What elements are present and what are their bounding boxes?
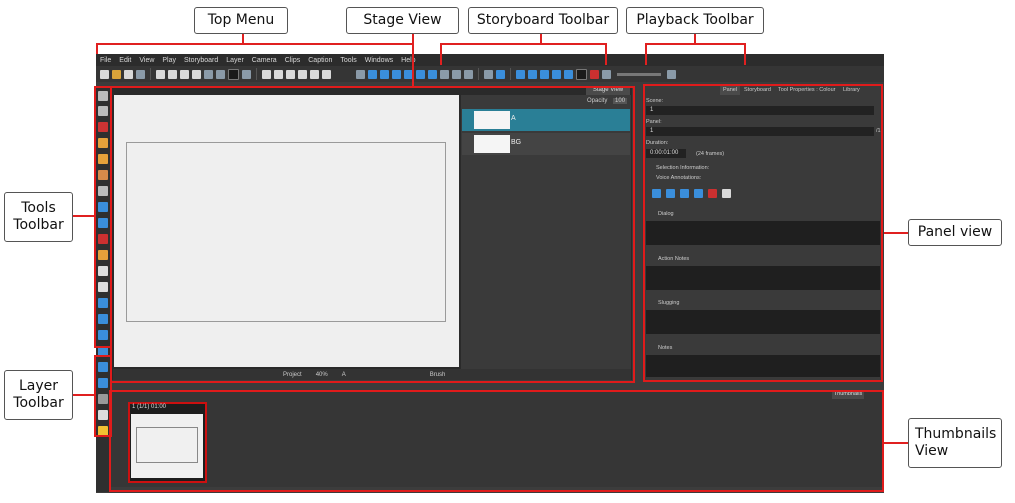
leader-line <box>645 43 647 65</box>
menu-camera[interactable]: Camera <box>248 57 281 64</box>
split-panel-icon[interactable] <box>416 69 425 79</box>
callout-playback-toolbar: Playback Toolbar <box>626 7 764 34</box>
toolbar-separator <box>150 68 151 80</box>
grid-icon[interactable] <box>262 69 271 79</box>
copy-icon[interactable] <box>168 69 177 79</box>
leader-line <box>96 43 414 45</box>
menu-tools[interactable]: Tools <box>336 57 360 64</box>
callout-layer-line1: Layer <box>18 377 59 394</box>
leader-line <box>884 442 908 444</box>
top-menu-bar: File Edit View Play Storyboard Layer Cam… <box>96 54 884 66</box>
leader-line <box>645 43 746 45</box>
menu-windows[interactable]: Windows <box>361 57 397 64</box>
record-icon[interactable] <box>590 69 599 79</box>
first-frame-icon[interactable] <box>516 69 525 79</box>
menu-help[interactable]: Help <box>397 57 419 64</box>
leader-line <box>605 43 607 65</box>
volume-slider[interactable] <box>617 72 661 76</box>
leader-line <box>440 43 442 65</box>
menu-play[interactable]: Play <box>158 57 180 64</box>
new-panel-before-icon[interactable] <box>380 69 389 79</box>
paste-icon[interactable] <box>180 69 189 79</box>
next-marker-icon[interactable] <box>496 69 505 79</box>
callout-tools-line1: Tools <box>21 199 56 216</box>
callout-layer-toolbar: Layer Toolbar <box>4 370 73 420</box>
menu-file[interactable]: File <box>96 57 115 64</box>
delete-icon[interactable] <box>192 69 201 79</box>
sound-icon[interactable] <box>564 69 573 79</box>
menu-storyboard[interactable]: Storyboard <box>180 57 222 64</box>
next-icon[interactable] <box>667 69 676 79</box>
new-scene-icon[interactable] <box>428 69 437 79</box>
callout-top-menu: Top Menu <box>194 7 288 34</box>
menu-caption[interactable]: Caption <box>304 57 336 64</box>
new-file-icon[interactable] <box>100 69 109 79</box>
toolbar-separator <box>256 68 257 80</box>
leader-line <box>73 394 94 396</box>
leader-line <box>440 43 607 45</box>
main-toolbar <box>96 66 884 82</box>
import-icon[interactable] <box>136 69 145 79</box>
layer-toolbar-highlight <box>94 355 112 437</box>
merge-panel-icon[interactable] <box>464 69 473 79</box>
open-folder-icon[interactable] <box>112 69 121 79</box>
split-view-icon[interactable] <box>298 69 307 79</box>
volume-icon[interactable] <box>602 69 611 79</box>
previous-frame-icon[interactable] <box>528 69 537 79</box>
callout-thumbnails-line2: View <box>915 443 949 459</box>
pen-icon[interactable] <box>242 69 251 79</box>
toolbar-separator <box>510 68 511 80</box>
undo-icon[interactable] <box>204 69 213 79</box>
leader-line <box>412 34 414 86</box>
callout-thumbnails-line1: Thumbnails <box>915 425 997 442</box>
playback-mode-icon[interactable] <box>576 68 587 80</box>
delete-panel-icon[interactable] <box>440 69 449 79</box>
callout-storyboard-toolbar: Storyboard Toolbar <box>468 7 618 34</box>
panel-layout-icon[interactable] <box>310 69 319 79</box>
tools-toolbar-highlight <box>94 86 112 348</box>
thumbnails-view-highlight <box>109 390 884 492</box>
callout-layer-line2: Toolbar <box>13 395 64 411</box>
callout-stage-view: Stage View <box>346 7 459 34</box>
leader-line <box>884 232 908 234</box>
menu-view[interactable]: View <box>135 57 158 64</box>
callout-tools-toolbar: Tools Toolbar <box>4 192 73 242</box>
thumbnails-layout-icon[interactable] <box>286 69 295 79</box>
leader-line <box>744 43 746 65</box>
new-panel-icon[interactable] <box>368 69 377 79</box>
menu-layer[interactable]: Layer <box>222 57 248 64</box>
callout-thumbnails-view: Thumbnails View <box>908 418 1002 468</box>
cut-icon[interactable] <box>156 69 165 79</box>
menu-edit[interactable]: Edit <box>115 57 135 64</box>
save-icon[interactable] <box>124 69 133 79</box>
3d-icon[interactable] <box>356 69 365 79</box>
loop-icon[interactable] <box>552 69 561 79</box>
redo-icon[interactable] <box>216 69 225 79</box>
play-icon[interactable] <box>540 69 549 79</box>
previous-marker-icon[interactable] <box>484 69 493 79</box>
callout-panel-view: Panel view <box>908 219 1002 246</box>
leader-line <box>96 43 98 54</box>
stage-view-highlight <box>110 86 635 383</box>
timeline-layout-icon[interactable] <box>322 69 331 79</box>
new-panel-after-icon[interactable] <box>392 69 401 79</box>
smart-panel-icon[interactable] <box>452 69 461 79</box>
toolbar-separator <box>478 68 479 80</box>
panel-view-highlight <box>643 84 883 382</box>
brush-size-icon[interactable] <box>228 68 239 80</box>
callout-tools-line2: Toolbar <box>13 217 64 233</box>
layout-icon[interactable] <box>274 69 283 79</box>
leader-line <box>73 215 94 217</box>
menu-clips[interactable]: Clips <box>281 57 305 64</box>
